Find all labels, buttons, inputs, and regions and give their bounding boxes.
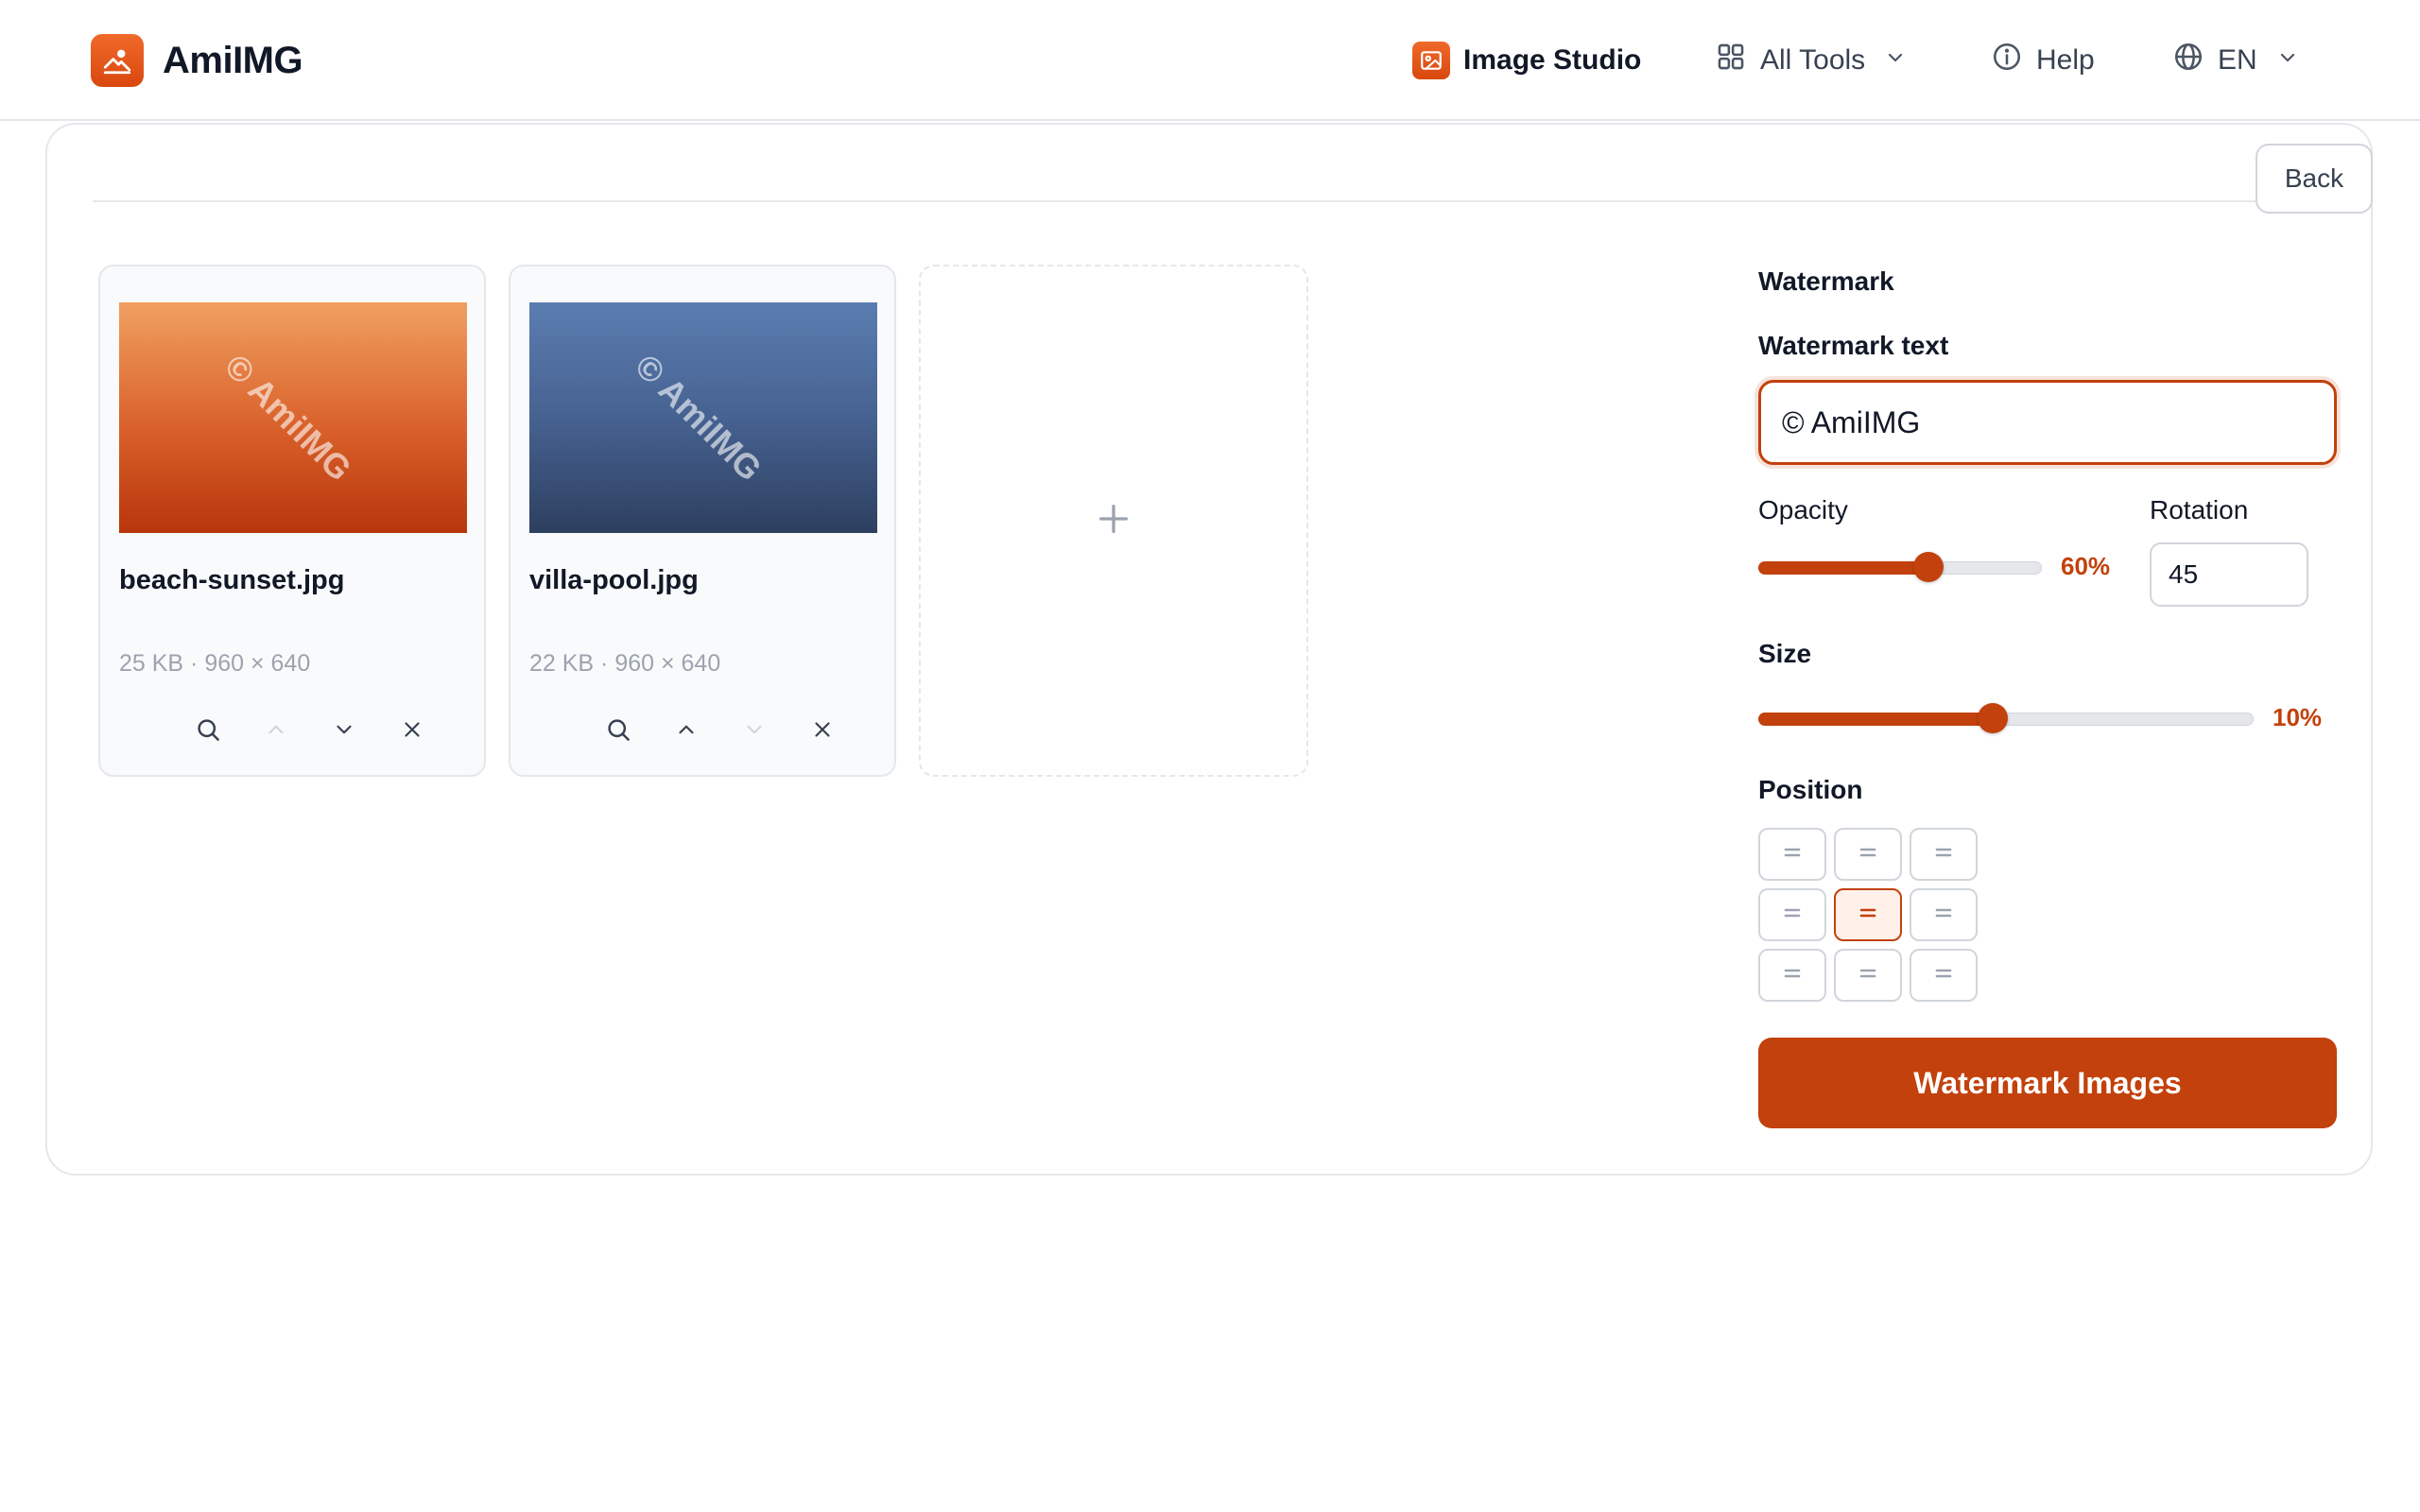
file-name: villa-pool.jpg xyxy=(529,565,699,595)
chevron-up-icon[interactable] xyxy=(652,707,720,752)
search-icon[interactable] xyxy=(174,707,242,752)
equals-icon xyxy=(1780,964,1805,988)
equals-icon xyxy=(1931,964,1956,988)
watermark-preview: © AmiIMG xyxy=(628,346,770,489)
rotation-label: Rotation xyxy=(2150,495,2249,524)
position-bottom-left[interactable] xyxy=(1758,949,1826,1002)
position-grid xyxy=(1758,828,1978,1002)
close-icon[interactable] xyxy=(378,707,446,752)
tile-actions xyxy=(174,707,446,752)
file-name: beach-sunset.jpg xyxy=(119,565,345,595)
globe-icon xyxy=(2172,41,2204,80)
nav-all-tools[interactable]: All Tools xyxy=(1715,40,1907,81)
position-top-left[interactable] xyxy=(1758,828,1826,881)
equals-icon xyxy=(1856,964,1880,988)
nav-help[interactable]: Help xyxy=(1991,40,2095,81)
opacity-slider-handle[interactable] xyxy=(1913,552,1944,582)
mountain-photo-icon xyxy=(91,34,144,87)
close-icon[interactable] xyxy=(788,707,856,752)
chevron-down-icon xyxy=(1884,44,1907,77)
position-bottom-center[interactable] xyxy=(1834,949,1902,1002)
chevron-down-icon xyxy=(2276,44,2299,77)
size-slider[interactable] xyxy=(1758,701,2254,735)
image-thumbnail[interactable]: © AmiIMG xyxy=(529,302,877,533)
nav-all-tools-label: All Tools xyxy=(1760,44,1866,76)
size-label: Size xyxy=(1758,639,1812,668)
tile-actions xyxy=(584,707,856,752)
size-fill xyxy=(1758,713,1993,726)
equals-icon xyxy=(1856,843,1880,867)
file-meta: 25 KB · 960 × 640 xyxy=(119,650,311,677)
position-bottom-right[interactable] xyxy=(1910,949,1978,1002)
info-icon xyxy=(1991,41,2023,80)
brand[interactable]: AmiIMG xyxy=(91,34,303,87)
chevron-down-icon[interactable] xyxy=(720,707,788,752)
chevron-down-icon[interactable] xyxy=(310,707,378,752)
add-image-tile[interactable] xyxy=(919,265,1308,777)
brand-name: AmiIMG xyxy=(163,39,303,81)
top-header: AmiIMG Image Studio All Tools Help EN xyxy=(0,0,2420,121)
opacity-slider[interactable] xyxy=(1758,550,2042,584)
watermark-section-title: Watermark xyxy=(1758,266,1894,296)
settings-panel: Watermark Watermark text Opacity Rotatio… xyxy=(1758,263,2337,1170)
back-button[interactable]: Back xyxy=(2256,144,2373,214)
opacity-fill xyxy=(1758,561,1928,575)
image-tile[interactable]: © AmiIMG beach-sunset.jpg 25 KB · 960 × … xyxy=(98,265,486,777)
rotation-input[interactable] xyxy=(2150,542,2308,607)
watermark-preview: © AmiIMG xyxy=(217,346,360,489)
nav-help-label: Help xyxy=(2036,44,2095,76)
nav-image-studio-label: Image Studio xyxy=(1463,44,1642,76)
file-meta: 22 KB · 960 × 640 xyxy=(529,650,721,677)
position-top-center[interactable] xyxy=(1834,828,1902,881)
equals-icon xyxy=(1931,903,1956,927)
position-label: Position xyxy=(1758,775,1863,804)
equals-icon xyxy=(1931,843,1956,867)
search-icon[interactable] xyxy=(584,707,652,752)
position-middle-left[interactable] xyxy=(1758,888,1826,941)
image-icon xyxy=(1412,42,1450,79)
language-selector[interactable]: EN xyxy=(2172,40,2299,81)
equals-icon xyxy=(1856,903,1880,927)
plus-icon xyxy=(1095,500,1132,542)
chevron-up-icon[interactable] xyxy=(242,707,310,752)
divider xyxy=(93,200,2295,202)
opacity-value: 60% xyxy=(2061,552,2111,580)
image-thumbnail[interactable]: © AmiIMG xyxy=(119,302,467,533)
watermark-text-label: Watermark text xyxy=(1758,331,1949,360)
size-slider-handle[interactable] xyxy=(1978,703,2008,733)
equals-icon xyxy=(1780,843,1805,867)
language-label: EN xyxy=(2218,44,2257,76)
equals-icon xyxy=(1780,903,1805,927)
image-tile[interactable]: © AmiIMG villa-pool.jpg 22 KB · 960 × 64… xyxy=(509,265,896,777)
grid-icon xyxy=(1715,41,1747,80)
position-middle-right[interactable] xyxy=(1910,888,1978,941)
size-value: 10% xyxy=(2273,703,2323,731)
nav-image-studio[interactable]: Image Studio xyxy=(1412,40,1641,81)
opacity-label: Opacity xyxy=(1758,495,1848,524)
position-middle-center[interactable] xyxy=(1834,888,1902,941)
watermark-text-input[interactable] xyxy=(1758,380,2337,465)
watermark-images-button[interactable]: Watermark Images xyxy=(1758,1038,2337,1128)
position-top-right[interactable] xyxy=(1910,828,1978,881)
